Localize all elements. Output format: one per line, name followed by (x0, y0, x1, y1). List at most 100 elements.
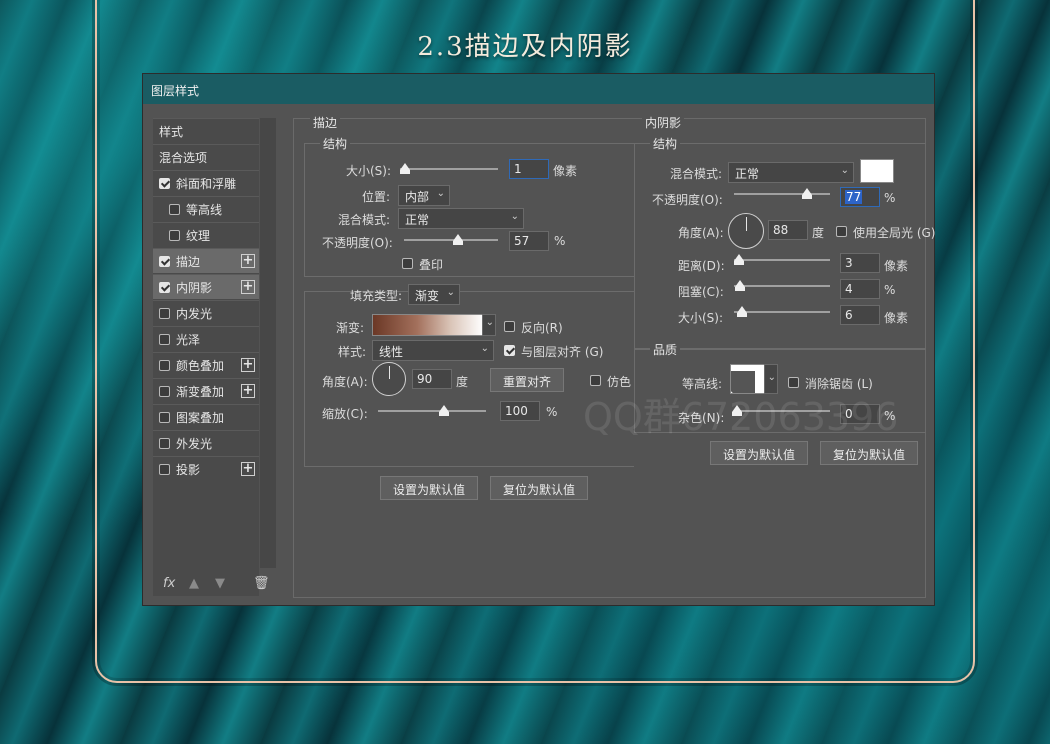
add-effect-icon[interactable]: + (241, 254, 255, 268)
sidebar-item-checkbox[interactable] (159, 255, 170, 267)
sidebar-item-label: 外发光 (176, 436, 213, 451)
sidebar-item-checkbox[interactable] (159, 411, 170, 423)
chevron-down-icon: ⌄ (480, 343, 489, 354)
inner-size-input[interactable]: 6 (840, 305, 880, 325)
inner-default-button[interactable]: 设置为默认值 (710, 441, 808, 465)
sidebar-item[interactable]: 投影 + (153, 456, 259, 481)
stroke-blend-select[interactable]: 正常 ⌄ (398, 208, 524, 229)
sidebar-scrollbar[interactable] (260, 118, 276, 568)
sidebar-item[interactable]: 纹理 (153, 222, 259, 247)
inner-opacity-label: 不透明度(O): (652, 193, 723, 207)
overprint-checkbox[interactable] (402, 258, 413, 269)
gradient-dropdown[interactable]: ⌄ (482, 314, 496, 336)
inner-angle-input[interactable]: 88 (768, 220, 808, 240)
sidebar-item[interactable]: 等高线 (153, 196, 259, 221)
sidebar-item-checkbox[interactable] (169, 229, 180, 241)
sidebar-item-checkbox[interactable] (159, 463, 170, 475)
slider-knob-icon[interactable] (734, 254, 744, 265)
dial-hand (746, 217, 747, 231)
stroke-opacity-input[interactable]: 57 (509, 231, 549, 251)
fx-icon[interactable]: fx (163, 576, 175, 591)
sidebar-item[interactable]: 颜色叠加 + (153, 352, 259, 377)
sidebar-item[interactable]: 描边 + (153, 248, 259, 273)
add-effect-icon[interactable]: + (241, 358, 255, 372)
inner-opacity-slider[interactable] (734, 188, 830, 199)
slider-knob-icon[interactable] (737, 306, 747, 317)
slider-knob-icon[interactable] (453, 234, 463, 245)
stroke-angle-input[interactable]: 90 (412, 369, 452, 389)
global-light-checkbox-row[interactable]: 使用全局光 (G) (836, 224, 935, 241)
style-sidebar: 样式 混合选项 斜面和浮雕等高线纹理 描边 + 内阴影 + 内发光 光泽 颜色叠加 + 渐变叠加 + 图案… (153, 118, 259, 596)
global-light-checkbox[interactable] (836, 226, 847, 237)
add-effect-icon[interactable]: + (241, 280, 255, 294)
stroke-style-select[interactable]: 线性 ⌄ (372, 340, 494, 361)
quality-title: 品质 (650, 341, 681, 358)
sidebar-item-label: 等高线 (186, 202, 223, 217)
stroke-opacity-unit: % (554, 234, 566, 248)
stroke-size-input[interactable]: 1 (509, 159, 549, 179)
distance-slider[interactable] (734, 254, 830, 265)
stroke-reset-button[interactable]: 复位为默认值 (490, 476, 588, 500)
sidebar-item[interactable]: 图案叠加 (153, 404, 259, 429)
slider-knob-icon[interactable] (735, 280, 745, 291)
sidebar-item[interactable]: 内阴影 + (153, 274, 259, 299)
add-effect-icon[interactable]: + (241, 384, 255, 398)
add-effect-icon[interactable]: + (241, 462, 255, 476)
sidebar-item[interactable]: 斜面和浮雕 (153, 170, 259, 195)
overprint-checkbox-row[interactable]: 叠印 (402, 256, 443, 273)
inner-size-slider[interactable] (734, 306, 830, 317)
inner-reset-button[interactable]: 复位为默认值 (820, 441, 918, 465)
sidebar-item-checkbox[interactable] (159, 307, 170, 319)
sidebar-item[interactable]: 外发光 (153, 430, 259, 455)
sidebar-item-checkbox[interactable] (169, 203, 180, 215)
reset-align-button[interactable]: 重置对齐 (490, 368, 564, 392)
sidebar-item[interactable]: 混合选项 (153, 144, 259, 169)
fill-type-select[interactable]: 渐变 ⌄ (408, 284, 460, 305)
stroke-opacity-label: 不透明度(O): (322, 236, 393, 250)
move-down-icon[interactable]: ▼ (215, 576, 225, 591)
sidebar-item-checkbox[interactable] (159, 281, 170, 293)
align-layer-checkbox[interactable] (504, 345, 515, 356)
sidebar-item-checkbox[interactable] (159, 385, 170, 397)
stroke-position-select[interactable]: 内部 ⌄ (398, 185, 450, 206)
stroke-size-unit: 像素 (553, 164, 578, 178)
choke-input[interactable]: 4 (840, 279, 880, 299)
distance-unit: 像素 (884, 259, 909, 273)
stroke-size-slider[interactable] (400, 163, 498, 174)
sidebar-item-checkbox[interactable] (159, 177, 170, 189)
dialog-titlebar[interactable]: 图层样式 (143, 74, 934, 104)
sidebar-item-checkbox[interactable] (159, 359, 170, 371)
distance-label: 距离(D): (678, 259, 725, 273)
dither-checkbox[interactable] (590, 375, 601, 386)
slider-knob-icon[interactable] (802, 188, 812, 199)
reverse-checkbox[interactable] (504, 321, 515, 332)
distance-input[interactable]: 3 (840, 253, 880, 273)
gradient-preview[interactable] (372, 314, 484, 336)
stroke-scale-slider[interactable] (378, 405, 486, 416)
sidebar-item[interactable]: 渐变叠加 + (153, 378, 259, 403)
stroke-scale-input[interactable]: 100 (500, 401, 540, 421)
move-up-icon[interactable]: ▲ (189, 576, 199, 591)
reverse-checkbox-row[interactable]: 反向(R) (504, 319, 563, 336)
stroke-angle-dial[interactable] (372, 362, 406, 396)
slider-knob-icon[interactable] (439, 405, 449, 416)
slider-knob-icon[interactable] (400, 163, 410, 174)
sidebar-item-checkbox[interactable] (159, 333, 170, 345)
sidebar-item[interactable]: 内发光 (153, 300, 259, 325)
inner-opacity-input[interactable]: 77 (840, 187, 880, 207)
chevron-down-icon: ⌄ (485, 317, 494, 328)
shadow-color-swatch[interactable] (860, 159, 894, 183)
inner-angle-dial[interactable] (728, 213, 764, 249)
watermark: QQ群672063396 (583, 395, 899, 439)
stroke-default-button[interactable]: 设置为默认值 (380, 476, 478, 500)
sidebar-item[interactable]: 样式 (153, 118, 259, 143)
align-checkbox-row[interactable]: 与图层对齐 (G) (504, 343, 603, 360)
choke-slider[interactable] (734, 280, 830, 291)
chevron-down-icon: ⌄ (446, 287, 455, 298)
sidebar-item-checkbox[interactable] (159, 437, 170, 449)
sidebar-item[interactable]: 光泽 (153, 326, 259, 351)
inner-blend-select[interactable]: 正常 ⌄ (728, 162, 854, 183)
layer-style-dialog: 图层样式 样式 混合选项 斜面和浮雕 等高线 纹理 描边 + 内阴影 + 内发光 光泽 颜色叠加 + 渐变… (142, 73, 935, 606)
stroke-opacity-slider[interactable] (404, 234, 498, 245)
trash-icon[interactable]: 🗑 (253, 576, 270, 591)
